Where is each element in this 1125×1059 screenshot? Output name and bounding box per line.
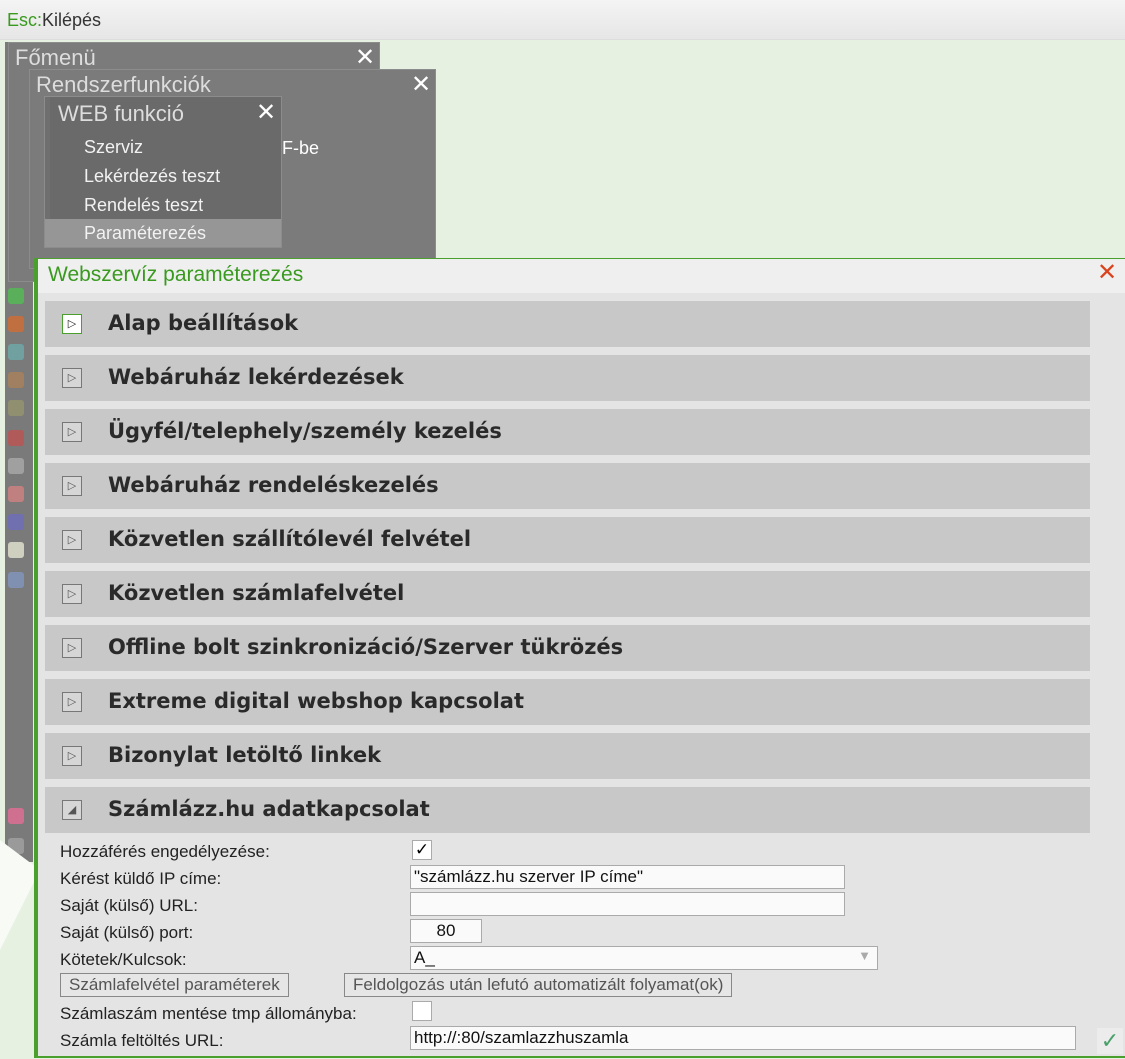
ip-input[interactable] (410, 865, 845, 889)
expand-icon[interactable]: ▷ (62, 638, 82, 658)
expand-icon[interactable]: ▷ (62, 368, 82, 388)
access-checkbox[interactable]: ✓ (412, 840, 432, 860)
app-icon[interactable] (8, 372, 24, 388)
window-title: WEB funkció (58, 101, 184, 126)
invoice-params-button[interactable]: Számlafelvétel paraméterek (60, 973, 289, 997)
menu-item-partial[interactable]: F-be (282, 138, 319, 159)
section-label: Ügyfél/telephely/személy kezelés (108, 419, 502, 443)
port-input[interactable] (410, 919, 482, 943)
access-label: Hozzáférés engedélyezése: (60, 842, 270, 861)
section-delivery-note[interactable]: ▷ Közvetlen szállítólevél felvétel (45, 517, 1090, 563)
url-label: Saját (külső) URL: (60, 896, 198, 915)
upload-url-input[interactable] (410, 1026, 1076, 1050)
expand-icon[interactable]: ▷ (62, 530, 82, 550)
section-label: Közvetlen szállítólevél felvétel (108, 527, 472, 551)
section-basic-settings[interactable]: ▷ Alap beállítások (45, 301, 1090, 347)
app-icon[interactable] (8, 458, 24, 474)
close-icon[interactable]: ✕ (256, 98, 276, 127)
close-icon[interactable]: ✕ (411, 70, 431, 99)
port-label: Saját (külső) port: (60, 923, 194, 942)
app-icon[interactable] (8, 400, 24, 416)
url-input[interactable] (410, 892, 845, 916)
section-label: Bizonylat letöltő linkek (108, 743, 382, 767)
menu-item-szerviz[interactable]: Szerviz (84, 137, 143, 158)
upload-url-label: Számla feltöltés URL: (60, 1031, 224, 1050)
expand-icon[interactable]: ▷ (62, 422, 82, 442)
app-icon[interactable] (8, 430, 24, 446)
window-title: Rendszerfunkciók (36, 72, 211, 97)
menu-item-order-test[interactable]: Rendelés teszt (84, 195, 203, 216)
section-direct-invoice[interactable]: ▷ Közvetlen számlafelvétel (45, 571, 1090, 617)
tmp-checkbox[interactable] (412, 1001, 432, 1021)
section-webshop-queries[interactable]: ▷ Webáruház lekérdezések (45, 355, 1090, 401)
section-label: Extreme digital webshop kapcsolat (108, 689, 524, 713)
tmp-label: Számlaszám mentése tmp állományba: (60, 1004, 357, 1023)
expand-icon[interactable]: ▷ (62, 692, 82, 712)
app-icon[interactable] (8, 344, 24, 360)
section-order-handling[interactable]: ▷ Webáruház rendeléskezelés (45, 463, 1090, 509)
app-icon[interactable] (8, 514, 24, 530)
post-process-button[interactable]: Feldolgozás után lefutó automatizált fol… (344, 973, 733, 997)
keys-select[interactable]: A_ ▼ (410, 946, 878, 970)
section-download-links[interactable]: ▷ Bizonylat letöltő linkek (45, 733, 1090, 779)
menu-item-query-test[interactable]: Lekérdezés teszt (84, 166, 220, 187)
expand-icon[interactable]: ▷ (62, 584, 82, 604)
app-icon[interactable] (8, 808, 24, 824)
ip-label: Kérést küldő IP címe: (60, 869, 222, 888)
section-offline-sync[interactable]: ▷ Offline bolt szinkronizáció/Szerver tük… (45, 625, 1090, 671)
section-label: Webáruház rendeléskezelés (108, 473, 439, 497)
collapse-icon[interactable]: ◢ (62, 800, 82, 820)
app-icon[interactable] (8, 486, 24, 502)
confirm-check-icon[interactable]: ✓ (1097, 1028, 1123, 1054)
exit-label: Kilépés (42, 10, 102, 30)
esc-key: Esc: (7, 10, 43, 30)
section-label: Offline bolt szinkronizáció/Szerver tükr… (108, 635, 624, 659)
escape-exit-button[interactable]: Esc:Kilépés (7, 10, 101, 31)
section-label: Webáruház lekérdezések (108, 365, 404, 389)
close-icon[interactable]: ✕ (355, 43, 375, 72)
section-szamlazz[interactable]: ◢ Számlázz.hu adatkapcsolat (45, 787, 1090, 833)
webservice-parameters-panel: Webszervíz paraméterezés ✕ ▷ Alap beállít… (34, 258, 1125, 1058)
window-title: Főmenü (15, 45, 96, 70)
section-label: Számlázz.hu adatkapcsolat (108, 797, 430, 821)
section-label: Alap beállítások (108, 311, 299, 335)
panel-title: Webszervíz paraméterezés (48, 263, 304, 286)
app-icon[interactable] (8, 288, 24, 304)
keys-label: Kötetek/Kulcsok: (60, 950, 187, 969)
close-icon[interactable]: ✕ (1095, 261, 1119, 285)
app-icon[interactable] (8, 572, 24, 588)
expand-icon[interactable]: ▷ (62, 746, 82, 766)
web-function-window: WEB funkció ✕ Szerviz Lekérdezés teszt R… (44, 96, 282, 248)
menu-item-parameters[interactable]: Paraméterezés (45, 219, 281, 247)
expand-icon[interactable]: ▷ (62, 476, 82, 496)
app-icon[interactable] (8, 542, 24, 558)
section-customer-handling[interactable]: ▷ Ügyfél/telephely/személy kezelés (45, 409, 1090, 455)
expand-icon[interactable]: ▷ (62, 314, 82, 334)
app-icon[interactable] (8, 316, 24, 332)
chevron-down-icon: ▼ (858, 948, 871, 963)
keys-value: A_ (414, 948, 435, 967)
section-label: Közvetlen számlafelvétel (108, 581, 405, 605)
top-bar: Esc:Kilépés (0, 0, 1125, 40)
section-extreme-digital[interactable]: ▷ Extreme digital webshop kapcsolat (45, 679, 1090, 725)
